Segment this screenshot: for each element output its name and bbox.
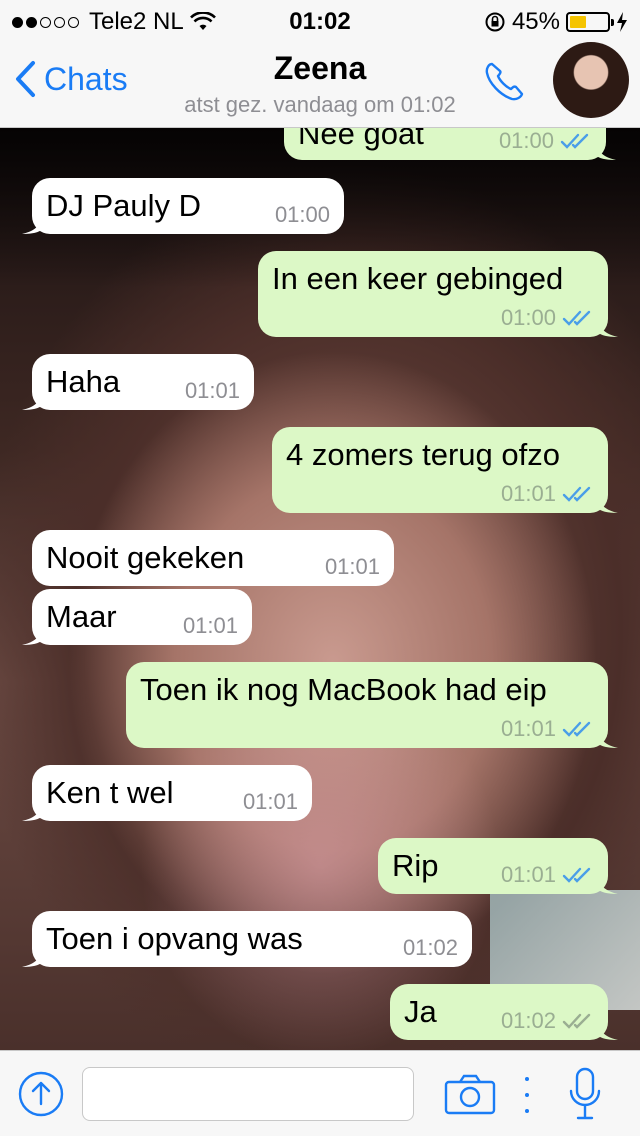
status-right: 45%	[484, 8, 628, 36]
battery-icon	[566, 12, 614, 32]
message-meta: 01:00	[275, 202, 330, 228]
delivered-receipt-icon	[562, 1013, 591, 1029]
read-receipt-icon	[560, 133, 589, 149]
chat-area[interactable]: Nee goat 01:00 DJ Pauly D 01:00 In een k…	[0, 128, 640, 1050]
message-meta: 01:01	[183, 613, 238, 639]
message-text: In een keer gebinged	[272, 261, 564, 296]
bubble-tail	[22, 623, 44, 645]
bubble-tail	[22, 945, 44, 967]
message-time: 01:01	[500, 862, 556, 887]
message-time: 01:01	[184, 378, 240, 403]
bubble-tail	[596, 315, 618, 337]
bubble-tail	[22, 212, 44, 234]
camera-icon[interactable]	[444, 1073, 496, 1115]
contact-name[interactable]: Zeena	[0, 50, 640, 87]
message-input[interactable]	[82, 1067, 414, 1121]
message-bubble-outgoing[interactable]: 4 zomers terug ofzo 01:01	[272, 427, 618, 513]
more-options-icon[interactable]	[522, 1077, 532, 1113]
message-time: 01:00	[274, 202, 330, 227]
message-time: 01:00	[498, 128, 554, 153]
message-text: 4 zomers terug ofzo	[286, 437, 560, 472]
status-bar: Tele2 NL 01:02 45%	[0, 0, 640, 40]
bubble-tail	[22, 388, 44, 410]
mic-icon[interactable]	[568, 1067, 602, 1121]
message-time: 01:01	[324, 554, 380, 579]
message-text: Toen ik nog MacBook had eip	[140, 672, 547, 707]
message-meta: 01:02	[501, 1008, 594, 1034]
message-meta: 01:01	[501, 716, 594, 742]
bubble-tail	[22, 799, 44, 821]
message-meta: 01:02	[403, 935, 458, 961]
message-meta: 01:01	[325, 554, 380, 580]
message-bubble-incoming[interactable]: DJ Pauly D 01:00	[22, 178, 344, 234]
message-input-bar	[0, 1050, 640, 1136]
message-time: 01:00	[500, 305, 556, 330]
bubble-tail	[596, 1018, 618, 1040]
bubble-tail	[596, 491, 618, 513]
last-seen-status: atst gez. vandaag om 01:02	[184, 92, 456, 117]
message-time: 01:01	[182, 613, 238, 638]
message-bubble-outgoing[interactable]: Rip 01:01	[378, 838, 618, 894]
message-meta: 01:01	[243, 789, 298, 815]
read-receipt-icon	[562, 310, 591, 326]
battery-percent: 45%	[511, 8, 560, 35]
message-text: Toen i opvang was	[46, 921, 303, 956]
message-meta: 01:00	[499, 128, 592, 154]
message-meta: 01:00	[501, 305, 594, 331]
battery-fill	[570, 16, 587, 28]
charging-bolt-icon	[617, 12, 627, 32]
message-bubble-incoming[interactable]: Ken t wel 01:01	[22, 765, 312, 821]
message-bubble-incoming[interactable]: Haha 01:01	[22, 354, 254, 410]
bubble-tail	[596, 726, 618, 748]
bubble-tail	[594, 138, 616, 160]
read-receipt-icon	[562, 721, 591, 737]
message-time: 01:01	[500, 481, 556, 506]
message-time: 01:02	[402, 935, 458, 960]
read-receipt-icon	[562, 486, 591, 502]
message-bubble-incoming[interactable]: Nooit gekeken 01:01	[32, 530, 394, 586]
nav-bar: Chats Zeena atst gez. vandaag om 01:02	[0, 40, 640, 128]
message-time: 01:01	[242, 789, 298, 814]
message-time: 01:01	[500, 716, 556, 741]
message-meta: 01:01	[501, 862, 594, 888]
share-icon[interactable]	[18, 1071, 64, 1117]
message-bubble-outgoing[interactable]: Nee goat 01:00	[284, 128, 616, 160]
bubble-tail	[596, 872, 618, 894]
message-time: 01:02	[500, 1008, 556, 1033]
read-receipt-icon	[562, 867, 591, 883]
message-bubble-outgoing[interactable]: In een keer gebinged 01:00	[258, 251, 618, 337]
rotation-lock-icon	[485, 12, 505, 32]
message-meta: 01:01	[185, 378, 240, 404]
phone-call-icon[interactable]	[480, 58, 528, 106]
message-bubble-outgoing[interactable]: Toen ik nog MacBook had eip 01:01	[126, 662, 618, 748]
message-meta: 01:01	[501, 481, 594, 507]
contact-avatar[interactable]	[553, 42, 629, 118]
message-bubble-incoming[interactable]: Maar 01:01	[22, 589, 252, 645]
message-bubble-outgoing[interactable]: Ja 01:02	[390, 984, 618, 1040]
message-bubble-incoming[interactable]: Toen i opvang was 01:02	[22, 911, 472, 967]
